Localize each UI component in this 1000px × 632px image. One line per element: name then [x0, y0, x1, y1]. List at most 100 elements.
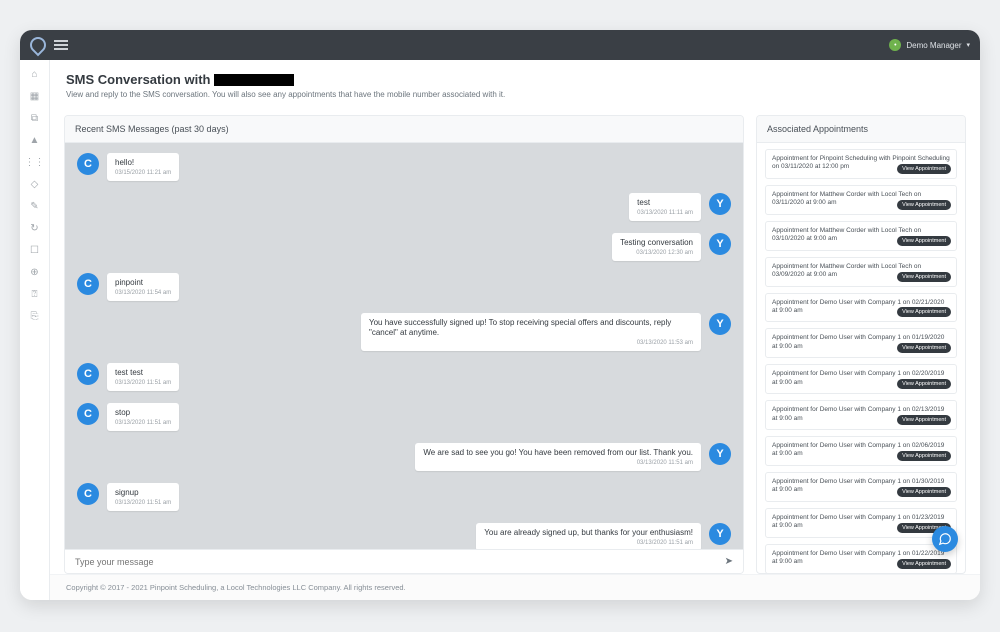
message-row: Cpinpoint 03/13/2020 11:54 am — [77, 273, 731, 301]
nav-rail-icon-6[interactable]: ✎ — [29, 200, 41, 212]
view-appointment-button[interactable]: View Appointment — [897, 559, 951, 569]
message-text: hello! — [115, 158, 171, 168]
message-text: You are already signed up, but thanks fo… — [484, 528, 693, 538]
message-bubble: hello!03/15/2020 11:21 am — [107, 153, 179, 181]
view-appointment-button[interactable]: View Appointment — [897, 379, 951, 389]
content-row: Recent SMS Messages (past 30 days) Chell… — [50, 107, 980, 574]
message-text: pinpoint — [115, 278, 171, 288]
view-appointment-button[interactable]: View Appointment — [897, 487, 951, 497]
message-bubble: test03/13/2020 11:11 am — [629, 193, 701, 221]
avatar-you-icon: Y — [709, 233, 731, 255]
view-appointment-button[interactable]: View Appointment — [897, 451, 951, 461]
view-appointment-button[interactable]: View Appointment — [897, 307, 951, 317]
appointments-panel: Associated Appointments Appointment for … — [756, 115, 966, 574]
nav-rail-icon-1[interactable]: ▦ — [29, 90, 41, 102]
message-bubble: stop 03/13/2020 11:51 am — [107, 403, 179, 431]
avatar-you-icon: Y — [709, 313, 731, 335]
appointment-card: Appointment for Demo User with Company 1… — [765, 508, 957, 538]
nav-rail: ⌂ ▦ ⧉ ▲ ⋮⋮ ◇ ✎ ↻ ☐ ⊕ ⍰ ⎘ — [20, 60, 50, 600]
topbar: • Demo Manager ▾ — [20, 30, 980, 60]
body-row: ⌂ ▦ ⧉ ▲ ⋮⋮ ◇ ✎ ↻ ☐ ⊕ ⍰ ⎘ SMS Conversation with View… — [20, 60, 980, 600]
page-subtitle: View and reply to the SMS conversation. … — [66, 90, 964, 99]
message-bubble: signup 03/13/2020 11:51 am — [107, 483, 179, 511]
appointment-card: Appointment for Demo User with Company 1… — [765, 293, 957, 323]
message-timestamp: 03/13/2020 11:51 am — [115, 420, 171, 426]
view-appointment-button[interactable]: View Appointment — [897, 415, 951, 425]
message-input[interactable] — [75, 557, 725, 567]
message-text: Testing conversation — [620, 238, 693, 248]
message-timestamp: 03/13/2020 11:54 am — [115, 290, 171, 296]
page-title: SMS Conversation with — [66, 72, 964, 87]
message-timestamp: 03/13/2020 11:51 am — [484, 540, 693, 546]
nav-rail-icon-2[interactable]: ⧉ — [29, 112, 41, 124]
view-appointment-button[interactable]: View Appointment — [897, 236, 951, 246]
message-row: You have successfully signed up! To stop… — [77, 313, 731, 351]
nav-rail-icon-9[interactable]: ⊕ — [29, 266, 41, 278]
appointment-card: Appointment for Matthew Corder with Loco… — [765, 185, 957, 215]
message-text: test test — [115, 368, 171, 378]
message-row: Csignup 03/13/2020 11:51 am — [77, 483, 731, 511]
appointment-card: Appointment for Pinpoint Scheduling with… — [765, 149, 957, 179]
redacted-phone-number — [214, 74, 294, 86]
avatar-contact-icon: C — [77, 403, 99, 425]
message-bubble: pinpoint 03/13/2020 11:54 am — [107, 273, 179, 301]
message-text: We are sad to see you go! You have been … — [423, 448, 693, 458]
page-footer: Copyright © 2017 - 2021 Pinpoint Schedul… — [50, 574, 980, 600]
message-row: test03/13/2020 11:11 am Y — [77, 193, 731, 221]
message-timestamp: 03/13/2020 11:51 am — [115, 380, 171, 386]
send-icon[interactable]: ➤ — [725, 556, 733, 567]
appointments-scroll-area[interactable]: Appointment for Pinpoint Scheduling with… — [757, 143, 965, 573]
appointments-header: Associated Appointments — [757, 116, 965, 143]
nav-rail-icon-10[interactable]: ⍰ — [29, 288, 41, 300]
avatar-contact-icon: C — [77, 483, 99, 505]
message-timestamp: 03/13/2020 11:51 am — [115, 500, 171, 506]
appointment-card: Appointment for Matthew Corder with Loco… — [765, 221, 957, 251]
chevron-down-icon: ▾ — [966, 41, 970, 49]
message-composer: ➤ — [65, 549, 743, 573]
message-text: stop — [115, 408, 171, 418]
view-appointment-button[interactable]: View Appointment — [897, 272, 951, 282]
conversation-scroll-area[interactable]: Chello!03/15/2020 11:21 amtest03/13/2020… — [65, 143, 743, 549]
message-bubble: Testing conversation 03/13/2020 12:30 am — [612, 233, 701, 261]
message-timestamp: 03/13/2020 11:51 am — [423, 460, 693, 466]
message-bubble: You have successfully signed up! To stop… — [361, 313, 701, 351]
message-text: You have successfully signed up! To stop… — [369, 318, 693, 338]
appointment-card: Appointment for Demo User with Company 1… — [765, 436, 957, 466]
avatar-contact-icon: C — [77, 153, 99, 175]
app-frame: • Demo Manager ▾ ⌂ ▦ ⧉ ▲ ⋮⋮ ◇ ✎ ↻ ☐ ⊕ ⍰ ⎘ SMS Conve… — [20, 30, 980, 600]
message-row: Cstop 03/13/2020 11:51 am — [77, 403, 731, 431]
nav-rail-icon-7[interactable]: ↻ — [29, 222, 41, 234]
page-title-prefix: SMS Conversation with — [66, 72, 210, 87]
avatar-you-icon: Y — [709, 193, 731, 215]
message-row: We are sad to see you go! You have been … — [77, 443, 731, 471]
message-row: Testing conversation 03/13/2020 12:30 am Y — [77, 233, 731, 261]
avatar-you-icon: Y — [709, 523, 731, 545]
view-appointment-button[interactable]: View Appointment — [897, 164, 951, 174]
message-text: signup — [115, 488, 171, 498]
avatar-contact-icon: C — [77, 273, 99, 295]
conversation-panel: Recent SMS Messages (past 30 days) Chell… — [64, 115, 744, 574]
appointment-card: Appointment for Demo User with Company 1… — [765, 328, 957, 358]
message-bubble: You are already signed up, but thanks fo… — [476, 523, 701, 549]
hamburger-menu-icon[interactable] — [54, 40, 68, 50]
nav-rail-icon-4[interactable]: ⋮⋮ — [29, 156, 41, 168]
nav-rail-icon-11[interactable]: ⎘ — [29, 310, 41, 322]
message-timestamp: 03/13/2020 12:30 am — [620, 250, 693, 256]
user-menu[interactable]: • Demo Manager ▾ — [889, 39, 970, 51]
nav-rail-icon-8[interactable]: ☐ — [29, 244, 41, 256]
message-text: test — [637, 198, 693, 208]
nav-rail-icon-5[interactable]: ◇ — [29, 178, 41, 190]
view-appointment-button[interactable]: View Appointment — [897, 343, 951, 353]
user-name-label: Demo Manager — [906, 41, 961, 50]
brand-logo-icon — [27, 34, 50, 57]
view-appointment-button[interactable]: View Appointment — [897, 200, 951, 210]
page-header: SMS Conversation with View and reply to … — [50, 60, 980, 107]
nav-rail-icon-0[interactable]: ⌂ — [29, 68, 41, 80]
message-bubble: We are sad to see you go! You have been … — [415, 443, 701, 471]
appointment-card: Appointment for Demo User with Company 1… — [765, 400, 957, 430]
appointment-card: Appointment for Demo User with Company 1… — [765, 544, 957, 573]
help-chat-button[interactable] — [932, 526, 958, 552]
message-row: Chello!03/15/2020 11:21 am — [77, 153, 731, 181]
main-area: SMS Conversation with View and reply to … — [50, 60, 980, 600]
nav-rail-icon-3[interactable]: ▲ — [29, 134, 41, 146]
